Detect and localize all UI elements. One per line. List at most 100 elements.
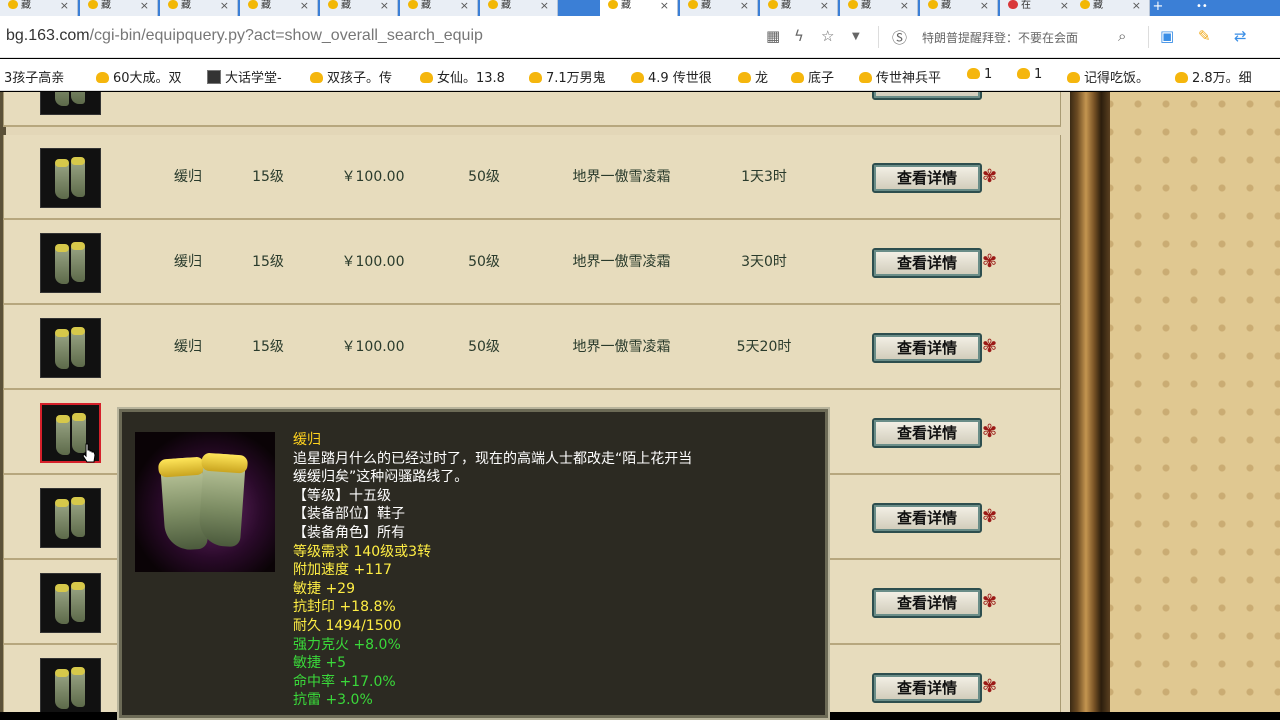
browser-tab-active[interactable]: 藏 × [600, 0, 678, 16]
view-details-button[interactable]: 查看详情 [872, 163, 982, 193]
chick-icon [631, 72, 644, 83]
bookmark-item[interactable]: 60大成。双 [96, 67, 182, 86]
table-row: 缓归15级 ￥100.00 50级地界一傲雪凌霜 3天20时 查看详情✾ [3, 92, 1061, 127]
item-thumbnail[interactable] [40, 573, 101, 633]
close-icon[interactable]: × [1132, 0, 1141, 12]
bookmark-item[interactable]: 女仙。13.8 [420, 67, 505, 86]
item-name-cell: 缓归 [149, 92, 227, 127]
bookmark-item[interactable]: 4.9 传世很 [631, 67, 712, 86]
view-details-button[interactable]: 查看详情 [872, 673, 982, 703]
chevron-down-icon[interactable]: ▼ [852, 31, 860, 42]
tab-favicon-icon [328, 0, 338, 9]
bookmark-item[interactable]: 1 [967, 67, 992, 82]
browser-tab[interactable]: 藏 × [760, 0, 838, 16]
item-thumbnail[interactable] [40, 92, 101, 115]
item-bonus: 命中率 +17.0% [293, 673, 396, 690]
close-icon[interactable]: × [60, 0, 69, 12]
item-stat: 等级需求 140级或3转 [293, 543, 432, 560]
browser-tab[interactable]: 在 × [1000, 0, 1078, 16]
star-icon[interactable]: ☆ [821, 27, 834, 45]
hammer-icon[interactable]: ✎ [1198, 27, 1211, 45]
close-icon[interactable]: × [740, 0, 749, 12]
item-thumbnail[interactable] [40, 148, 101, 208]
close-icon[interactable]: × [1060, 0, 1069, 12]
item-name-cell: 缓归 [174, 339, 202, 355]
tab-favicon-icon [168, 0, 178, 9]
grid-icon[interactable]: ▦ [766, 27, 780, 45]
item-thumbnail[interactable] [40, 233, 101, 293]
translate-icon[interactable]: ⇄ [1234, 27, 1247, 45]
bookmark-item[interactable]: 传世神兵平 [859, 67, 941, 86]
tab-favicon-icon [8, 0, 18, 9]
boots-image [135, 432, 275, 572]
browser-tab[interactable]: 藏 × [0, 0, 78, 16]
sidebar-icon[interactable]: ▣ [1160, 27, 1174, 45]
browser-tab[interactable]: 藏 × [680, 0, 758, 16]
url-field[interactable]: bg.163.com/cgi-bin/equipquery.py?act=sho… [6, 27, 483, 45]
item-description: 追星踏月什么的已经过时了，现在的高端人士都改走“陌上花开当 [293, 450, 693, 467]
address-bar: bg.163.com/cgi-bin/equipquery.py?act=sho… [0, 16, 1280, 58]
view-details-button[interactable]: 查看详情 [872, 588, 982, 618]
close-icon[interactable]: × [460, 0, 469, 12]
bookmark-item[interactable]: 3孩子高亲 [4, 67, 64, 86]
time-remaining-cell: 1天3时 [741, 169, 787, 185]
chick-icon [1017, 68, 1030, 79]
browser-tab[interactable]: 藏 × [840, 0, 918, 16]
close-icon[interactable]: × [220, 0, 229, 12]
tab-menu-icon[interactable]: •• [1196, 0, 1208, 14]
view-details-button[interactable]: 查看详情 [872, 92, 982, 100]
tab-favicon-icon [88, 0, 98, 9]
required-level-cell: 50级 [468, 339, 500, 355]
item-stat: 敏捷 +29 [293, 580, 355, 597]
tab-favicon-icon [928, 0, 938, 9]
ribbon-icon: ✾ [982, 166, 998, 187]
ribbon-icon: ✾ [982, 676, 998, 697]
hand-cursor-icon [82, 443, 96, 463]
close-icon[interactable]: × [820, 0, 829, 12]
bookmark-item[interactable]: 龙 [738, 67, 768, 86]
view-details-button[interactable]: 查看详情 [872, 418, 982, 448]
bookmark-item[interactable]: 1 [1017, 67, 1042, 82]
close-icon[interactable]: × [540, 0, 549, 12]
search-icon[interactable]: ⌕ [1118, 27, 1126, 45]
view-details-button[interactable]: 查看详情 [872, 503, 982, 533]
browser-tab[interactable]: 藏 × [160, 0, 238, 16]
close-icon[interactable]: × [300, 0, 309, 12]
bookmark-item[interactable]: 底子 [791, 67, 834, 86]
tab-strip: 藏 × 藏 × 藏 × 藏 × 藏 × 藏 × 藏 × 藏 × 藏 × 藏 × 藏 × 藏 × 在 × 藏… [0, 0, 1280, 16]
close-icon[interactable]: × [380, 0, 389, 12]
browser-tab[interactable]: 藏 × [400, 0, 478, 16]
item-thumbnail[interactable] [40, 318, 101, 378]
search-engine-icon[interactable]: Ⓢ [892, 27, 907, 48]
close-icon[interactable]: × [660, 0, 669, 12]
close-icon[interactable]: × [980, 0, 989, 12]
item-level-cell: 15级 [229, 92, 307, 127]
search-input[interactable]: 特朗普提醒拜登：不要在会面 [922, 29, 1078, 46]
required-level-cell: 50级 [468, 254, 500, 270]
bookmark-item[interactable]: 大话学堂- [207, 67, 282, 86]
bookmark-item[interactable]: 记得吃饭。 [1067, 67, 1149, 86]
tab-favicon-icon [768, 0, 778, 9]
lightning-icon[interactable]: ϟ [794, 27, 804, 45]
browser-tab[interactable]: 藏 × [920, 0, 998, 16]
bookmark-item[interactable]: 2.8万。细 [1175, 67, 1252, 86]
close-icon[interactable]: × [900, 0, 909, 12]
item-thumbnail[interactable] [40, 488, 101, 548]
chick-icon [420, 72, 433, 83]
browser-tab[interactable]: 藏 × [320, 0, 398, 16]
browser-tab[interactable]: 藏 × [80, 0, 158, 16]
bookmark-item[interactable]: 双孩子。传 [310, 67, 392, 86]
view-details-button[interactable]: 查看详情 [872, 333, 982, 363]
browser-tab[interactable]: 藏 × [480, 0, 558, 16]
item-thumbnail[interactable] [40, 658, 101, 712]
close-icon[interactable]: × [140, 0, 149, 12]
view-details-button[interactable]: 查看详情 [872, 248, 982, 278]
bookmark-item[interactable]: 7.1万男鬼 [529, 67, 606, 86]
browser-tab[interactable]: 藏 × [240, 0, 318, 16]
item-bonus: 强力克火 +8.0% [293, 636, 401, 653]
item-bonus: 敏捷 +5 [293, 655, 347, 672]
price-cell: ￥100.00 [341, 339, 405, 355]
new-tab-button[interactable]: + [1150, 0, 1166, 16]
chick-icon [859, 72, 872, 83]
browser-tab[interactable]: 藏 × [1072, 0, 1150, 16]
